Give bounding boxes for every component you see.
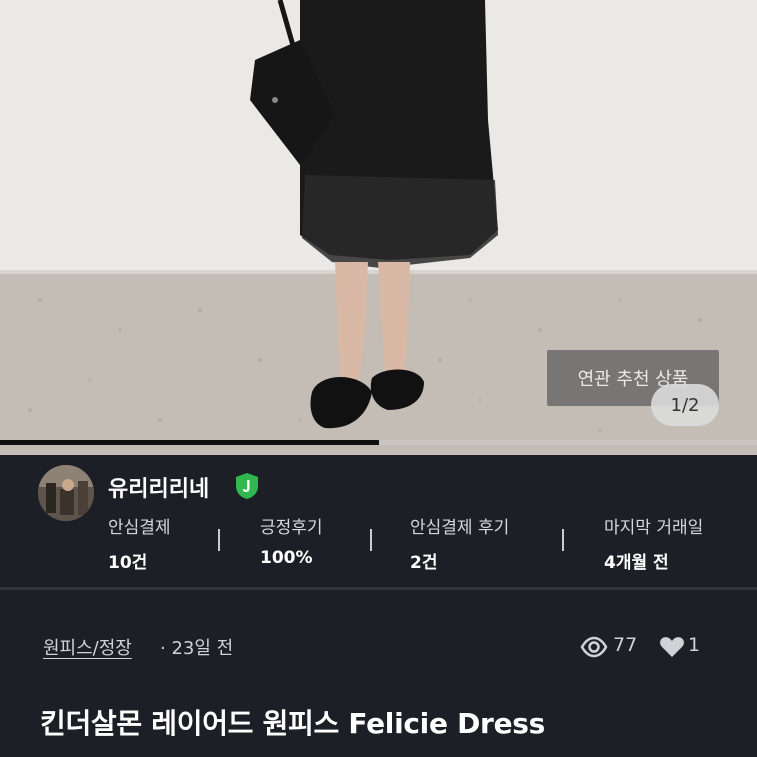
seller-stats: 안심결제 10건 긍정후기 100% 안심결제 후기 2건 마지막 거래일 4개… [108, 513, 738, 573]
stat-label: 마지막 거래일 [604, 518, 704, 538]
stat-divider [562, 529, 564, 551]
avatar-image [38, 465, 94, 521]
shield-check-icon [236, 473, 258, 499]
product-title: 킨더살몬 레이어드 원피스 Felicie Dress [40, 707, 545, 740]
image-progress-track [0, 440, 757, 445]
stat-positive-reviews: 긍정후기 100% [260, 513, 323, 568]
stat-last-trade: 마지막 거래일 4개월 전 [604, 513, 703, 573]
eye-icon [580, 636, 608, 658]
stat-label: 긍정후기 [260, 518, 323, 538]
stat-divider [370, 529, 372, 551]
stat-safe-payment: 안심결제 10건 [108, 513, 171, 573]
stat-safe-payment-reviews[interactable]: 안심결제 후기 2건 [410, 513, 509, 573]
stat-label: 안심결제 후기 [410, 518, 510, 538]
product-image[interactable]: 연관 추천 상품 1/2 [0, 0, 757, 455]
image-progress-fill [0, 440, 379, 445]
product-meta: 원피스/정장 · 23일 전 77 1 킨더살몬 레이어드 원피스 Felici… [0, 590, 757, 757]
stat-label: 안심결제 [108, 518, 171, 538]
seller-name[interactable]: 유리리리네 [108, 471, 209, 503]
stat-value: 4개월 전 [604, 553, 669, 573]
view-count: 77 [613, 634, 638, 656]
stat-value: 2건 [410, 553, 438, 573]
stat-value: 10건 [108, 553, 148, 573]
category-link[interactable]: 원피스/정장 [43, 634, 132, 660]
heart-icon[interactable] [659, 636, 685, 658]
seller-card[interactable]: 유리리리네 안심결제 10건 긍정후기 100% 안심결제 후기 2건 마지막 … [0, 455, 757, 587]
like-count: 1 [688, 634, 701, 656]
image-page-indicator: 1/2 [651, 384, 719, 426]
stat-divider [218, 529, 220, 551]
posted-time: · 23일 전 [160, 638, 234, 659]
stat-value: 100% [260, 548, 313, 568]
avatar[interactable] [38, 465, 94, 521]
